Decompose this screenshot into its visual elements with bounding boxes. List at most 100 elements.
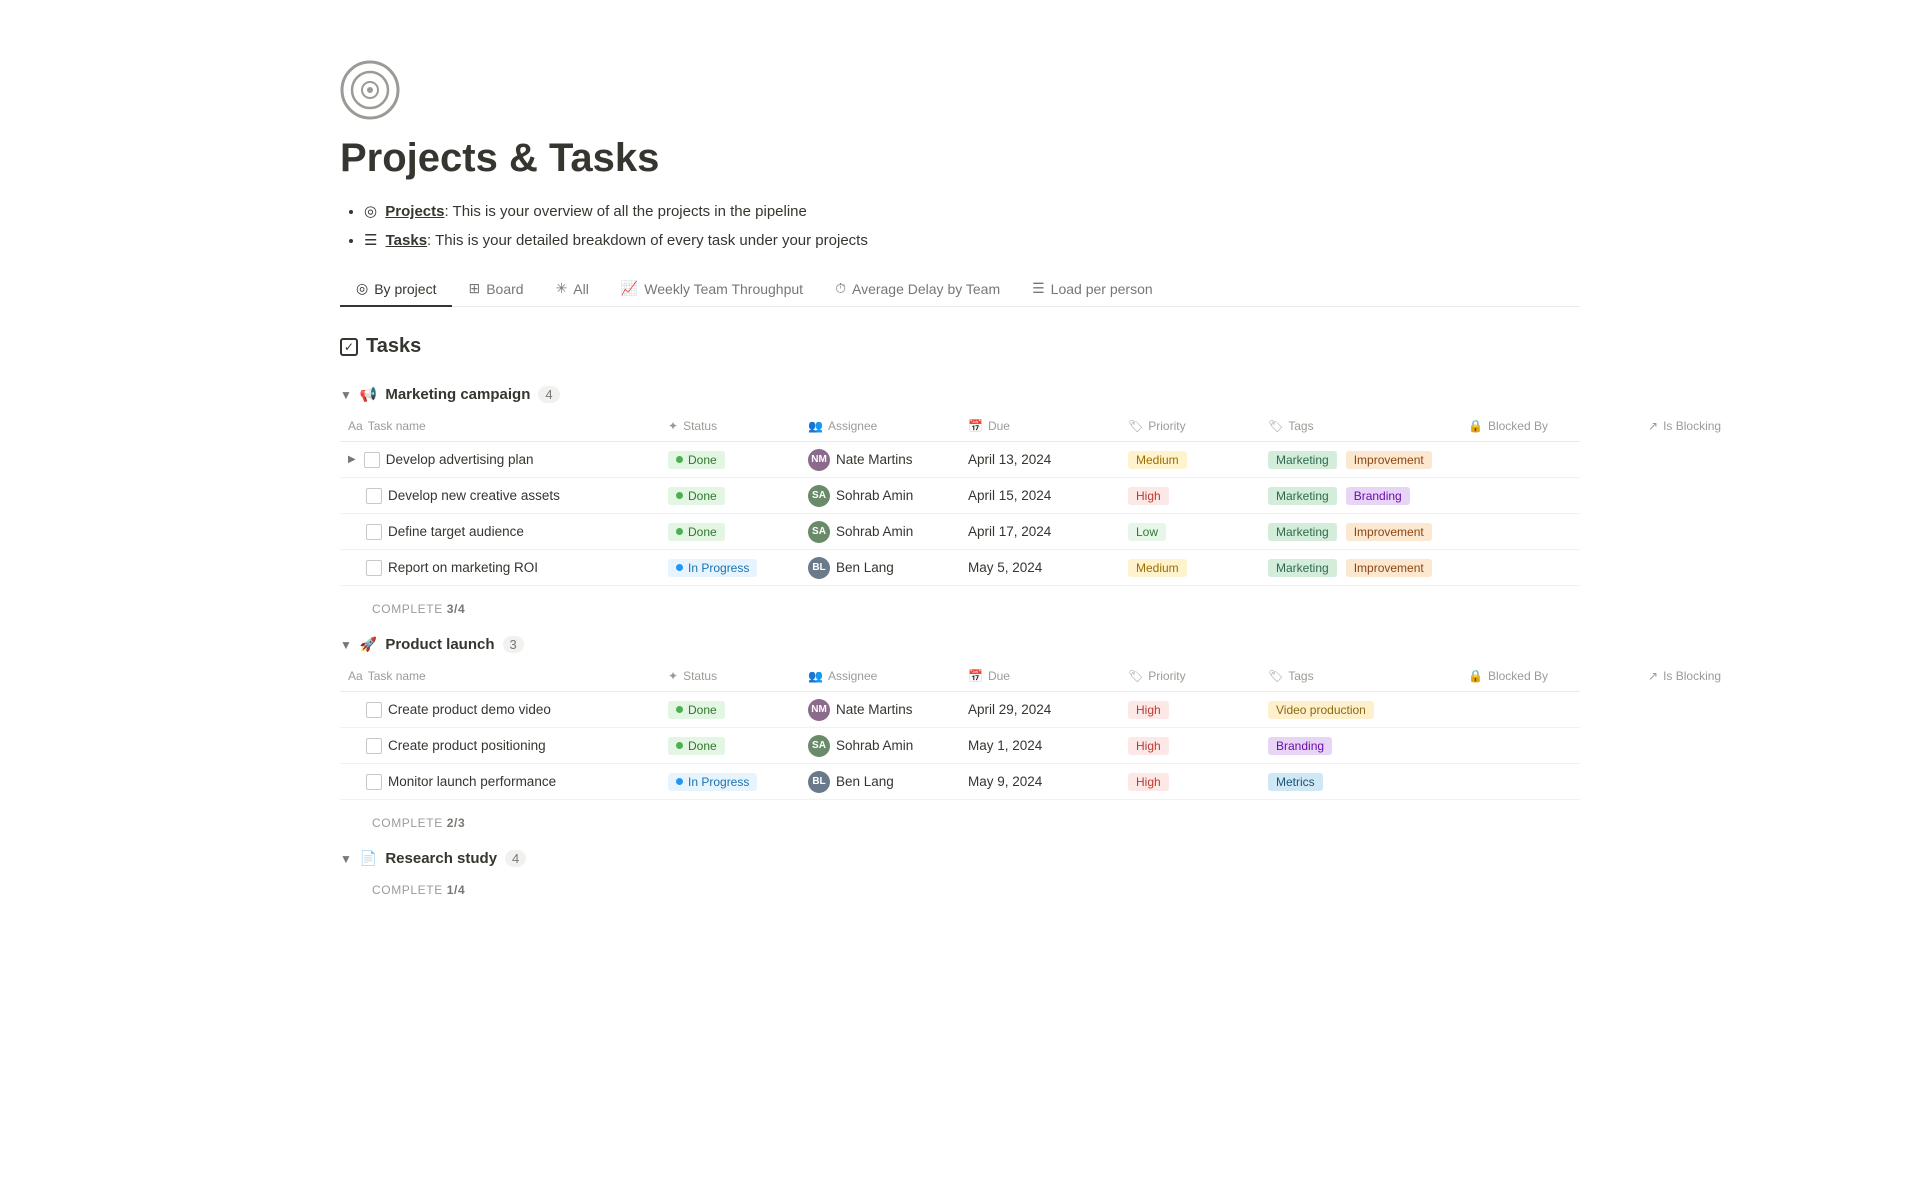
tab-load-per-person[interactable]: ☰ Load per person (1016, 272, 1169, 307)
col-task-icon: Aa (348, 419, 363, 433)
cell-is-blocking (1640, 526, 1800, 538)
avatar: SA (808, 485, 830, 507)
status-dot (676, 564, 683, 571)
cell-assignee: SA Sohrab Amin (800, 479, 960, 513)
tag-badge: Marketing (1268, 523, 1337, 541)
table-row[interactable]: Define target audience Done SA Sohrab Am… (340, 514, 1580, 550)
group-icon: 📄 (360, 850, 377, 867)
tab-load-label: Load per person (1051, 281, 1153, 297)
assignee-name: Ben Lang (836, 774, 894, 789)
col-due: 📅Due (960, 665, 1120, 687)
tab-load-icon: ☰ (1032, 280, 1045, 297)
tab-weekly-icon: 📈 (621, 280, 638, 297)
cell-blocked-by (1460, 562, 1640, 574)
group-icon: 📢 (360, 386, 377, 403)
cell-is-blocking (1640, 704, 1800, 716)
table-row[interactable]: ▶ Develop advertising plan Done NM Nate … (340, 442, 1580, 478)
group-header-research-study[interactable]: ▼ 📄 Research study 4 (340, 842, 1580, 875)
group-count: 4 (538, 386, 559, 403)
col-task-name: AaTask name (340, 665, 660, 687)
avatar: SA (808, 521, 830, 543)
tab-board-label: Board (486, 281, 523, 297)
tab-board[interactable]: ⊞ Board (452, 272, 539, 307)
cell-task-name: Create product positioning (340, 732, 660, 760)
tab-all[interactable]: ✳ All (540, 272, 605, 307)
cell-blocked-by (1460, 454, 1640, 466)
tag-badge: Marketing (1268, 559, 1337, 577)
cell-task-name: Create product demo video (340, 696, 660, 724)
complete-count: 2/3 (447, 816, 465, 830)
cell-tags: MarketingBranding (1260, 481, 1460, 511)
tab-avg-icon: ⏱ (835, 280, 846, 297)
cell-due: April 29, 2024 (960, 696, 1120, 723)
priority-badge: Medium (1128, 559, 1187, 577)
col-status: ✦Status (660, 415, 800, 437)
col-task-icon: Aa (348, 669, 363, 683)
avatar: NM (808, 699, 830, 721)
cell-tags: MarketingImprovement (1260, 517, 1460, 547)
due-date: April 17, 2024 (968, 524, 1051, 539)
table-row[interactable]: Report on marketing ROI In Progress BL B… (340, 550, 1580, 586)
tasks-checkbox[interactable] (340, 338, 358, 356)
tab-by-project-icon: ◎ (356, 280, 368, 297)
avatar: SA (808, 735, 830, 757)
tag-badge: Improvement (1346, 559, 1432, 577)
cell-tags: Marketing Improvement (1260, 553, 1460, 583)
task-icon (366, 774, 382, 790)
tasks-heading: Tasks (366, 335, 421, 358)
table-row[interactable]: Create product demo video Done NM Nate M… (340, 692, 1580, 728)
col-tags: 🏷Tags (1260, 665, 1460, 687)
priority-badge: High (1128, 701, 1169, 719)
due-date: April 13, 2024 (968, 452, 1051, 467)
projects-link[interactable]: Projects (385, 203, 444, 220)
cell-priority: Low (1120, 517, 1260, 547)
group-header-marketing-campaign[interactable]: ▼ 📢 Marketing campaign 4 (340, 378, 1580, 411)
task-name-text: Define target audience (388, 524, 524, 539)
group-icon: 🚀 (360, 636, 377, 653)
tab-weekly-throughput[interactable]: 📈 Weekly Team Throughput (605, 272, 819, 307)
projects-icon: ◎ (364, 203, 377, 220)
col-priority: 🏷Priority (1120, 415, 1260, 437)
tab-avg-delay[interactable]: ⏱ Average Delay by Team (819, 272, 1016, 307)
status-badge: Done (668, 701, 725, 719)
cell-task-name: Define target audience (340, 518, 660, 546)
tag-badge: Branding (1346, 487, 1410, 505)
cell-tags: Branding (1260, 731, 1460, 761)
cell-task-name: Develop new creative assets (340, 482, 660, 510)
table-row[interactable]: Develop new creative assets Done SA Sohr… (340, 478, 1580, 514)
table-row[interactable]: Create product positioning Done SA Sohra… (340, 728, 1580, 764)
col-tags: 🏷Tags (1260, 415, 1460, 437)
priority-badge: Low (1128, 523, 1166, 541)
assignee-name: Nate Martins (836, 452, 913, 467)
priority-badge: High (1128, 487, 1169, 505)
avatar: NM (808, 449, 830, 471)
tasks-link[interactable]: Tasks (386, 232, 427, 249)
group-header-product-launch[interactable]: ▼ 🚀 Product launch 3 (340, 628, 1580, 661)
cell-tags: Video production (1260, 695, 1460, 725)
tab-all-label: All (573, 281, 589, 297)
cell-blocked-by (1460, 526, 1640, 538)
page-title: Projects & Tasks (340, 136, 1580, 181)
table-header: AaTask name ✦Status 👥Assignee 📅Due 🏷Prio… (340, 661, 1580, 692)
task-icon (366, 738, 382, 754)
cell-assignee: BL Ben Lang (800, 551, 960, 585)
status-dot (676, 742, 683, 749)
task-icon (366, 702, 382, 718)
cell-priority: Medium (1120, 445, 1260, 475)
cell-due: April 13, 2024 (960, 446, 1120, 473)
task-icon (366, 560, 382, 576)
group-count: 4 (505, 850, 526, 867)
tab-by-project-label: By project (374, 281, 436, 297)
group-title: Marketing campaign (385, 386, 530, 403)
due-date: May 9, 2024 (968, 774, 1042, 789)
assignee-name: Sohrab Amin (836, 524, 913, 539)
task-name-text: Monitor launch performance (388, 774, 556, 789)
cell-status: Done (660, 731, 800, 761)
table-row[interactable]: Monitor launch performance In Progress B… (340, 764, 1580, 800)
expand-arrow[interactable]: ▶ (348, 454, 356, 465)
status-dot (676, 778, 683, 785)
complete-row: COMPLETE 1/4 (340, 875, 1580, 905)
tab-by-project[interactable]: ◎ By project (340, 272, 452, 307)
tab-all-icon: ✳ (556, 280, 568, 297)
status-dot (676, 528, 683, 535)
